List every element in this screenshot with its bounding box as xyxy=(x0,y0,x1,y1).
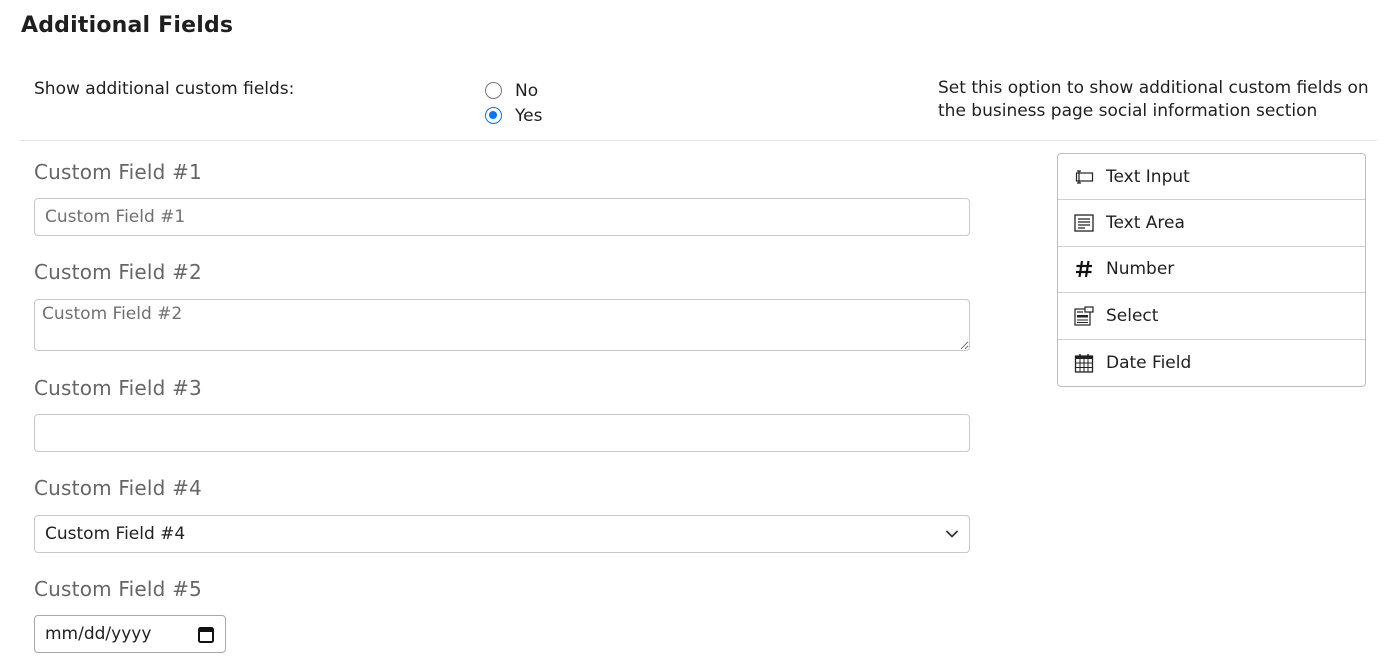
toolbox-item-label: Text Input xyxy=(1106,166,1190,187)
calendar-picker-icon[interactable] xyxy=(198,626,214,643)
toolbox-item-label: Select xyxy=(1106,305,1159,326)
select-icon xyxy=(1073,305,1095,327)
toolbox-item-text-area[interactable]: Text Area xyxy=(1058,200,1365,247)
toolbox-item-number[interactable]: Number xyxy=(1058,247,1365,294)
radio-no-label: No xyxy=(515,80,539,101)
toolbox-item-label: Number xyxy=(1106,259,1175,280)
chevron-down-icon xyxy=(946,530,958,538)
toolbox-item-date-field[interactable]: Date Field xyxy=(1058,340,1365,386)
radio-yes-label: Yes xyxy=(515,105,543,126)
radio-yes-circle[interactable] xyxy=(485,107,502,124)
field-type-toolbox: Text Input Text Area Number Select Date … xyxy=(1057,153,1366,387)
custom-field-5-date-input[interactable]: mm/dd/yyyy xyxy=(34,615,226,653)
show-custom-fields-help: Set this option to show additional custo… xyxy=(938,78,1369,121)
additional-fields-page: Additional Fields Show additional custom… xyxy=(0,0,1400,670)
toolbox-item-select[interactable]: Select xyxy=(1058,293,1365,340)
show-custom-fields-radio-group: No Yes xyxy=(485,78,542,128)
show-custom-fields-row: Show additional custom fields: No Yes Se… xyxy=(19,66,1377,141)
hash-icon xyxy=(1073,258,1095,280)
text-area-icon xyxy=(1073,212,1095,234)
custom-field-3-label: Custom Field #3 xyxy=(34,376,202,400)
custom-field-3-input[interactable] xyxy=(34,414,970,452)
custom-field-4-select[interactable]: Custom Field #4 xyxy=(34,515,970,553)
custom-field-1-label: Custom Field #1 xyxy=(34,160,202,184)
custom-field-4-label: Custom Field #4 xyxy=(34,476,202,500)
radio-option-no[interactable]: No xyxy=(485,78,542,103)
section-title: Additional Fields xyxy=(21,13,234,38)
radio-no-circle[interactable] xyxy=(485,82,502,99)
custom-field-5-label: Custom Field #5 xyxy=(34,577,202,601)
toolbox-item-label: Date Field xyxy=(1106,352,1192,373)
radio-option-yes[interactable]: Yes xyxy=(485,103,542,128)
show-custom-fields-label: Show additional custom fields: xyxy=(34,79,295,99)
text-input-icon xyxy=(1073,166,1095,188)
custom-field-1-input[interactable] xyxy=(34,198,970,236)
custom-field-2-label: Custom Field #2 xyxy=(34,260,202,284)
calendar-icon xyxy=(1073,352,1095,374)
custom-field-2-textarea[interactable] xyxy=(34,299,970,351)
toolbox-item-text-input[interactable]: Text Input xyxy=(1058,154,1365,201)
toolbox-item-label: Text Area xyxy=(1106,213,1185,234)
date-placeholder: mm/dd/yyyy xyxy=(45,624,152,644)
custom-field-4-selected-value: Custom Field #4 xyxy=(45,524,186,544)
